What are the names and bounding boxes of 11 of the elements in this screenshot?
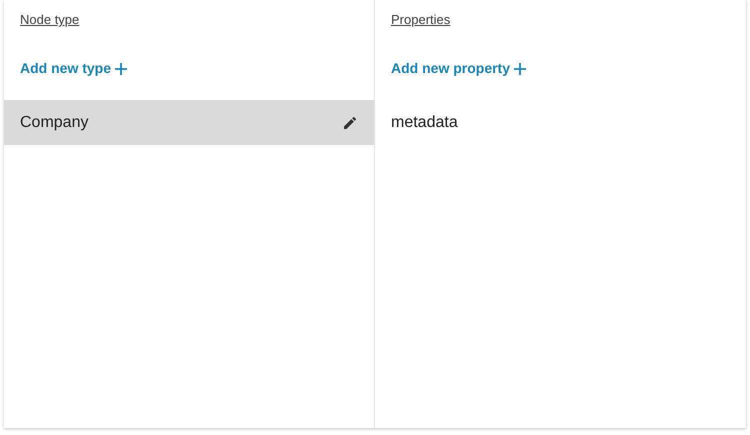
pencil-icon[interactable] — [342, 114, 358, 130]
plus-icon — [514, 62, 526, 74]
column-heading: Properties — [391, 11, 450, 29]
item-label: metadata — [391, 112, 458, 132]
column-heading: Node type — [20, 11, 80, 29]
plus-icon — [115, 62, 128, 74]
list-item[interactable]: metadata — [375, 100, 746, 145]
add-link[interactable]: Add new property — [391, 58, 526, 79]
add-link[interactable]: Add new type — [20, 58, 128, 79]
item-label: Company — [20, 112, 88, 132]
list-item[interactable]: Company — [4, 100, 374, 145]
